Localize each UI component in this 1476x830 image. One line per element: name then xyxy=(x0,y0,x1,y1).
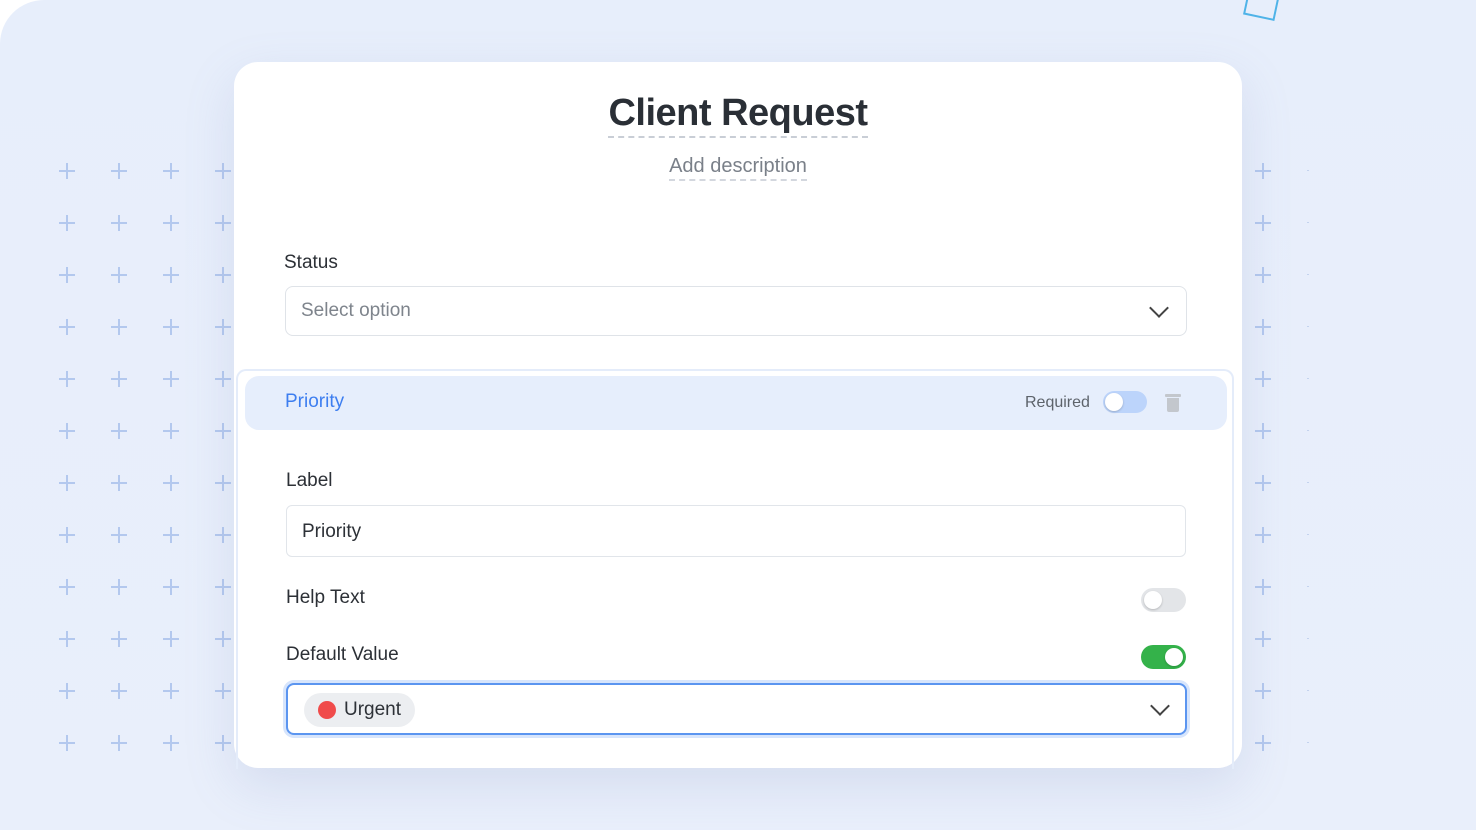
trash-icon[interactable] xyxy=(1165,394,1181,412)
plus-icon xyxy=(213,369,233,389)
decorative-dot xyxy=(1307,638,1309,639)
form-title[interactable]: Client Request xyxy=(0,92,1476,138)
required-toggle[interactable] xyxy=(1103,391,1147,413)
label-caption: Label xyxy=(286,470,333,491)
plus-icon xyxy=(57,213,77,233)
plus-icon xyxy=(57,681,77,701)
form-description-text[interactable]: Add description xyxy=(669,155,807,181)
urgent-color-dot xyxy=(318,701,336,719)
plus-icon xyxy=(213,525,233,545)
status-select[interactable]: Select option xyxy=(285,286,1187,336)
decorative-dot xyxy=(1307,326,1309,327)
plus-icon xyxy=(57,525,77,545)
status-label: Status xyxy=(284,252,338,273)
plus-icon xyxy=(1253,733,1273,753)
plus-icon xyxy=(109,681,129,701)
label-input-value: Priority xyxy=(302,521,362,542)
urgent-chip[interactable]: Urgent xyxy=(304,693,416,727)
label-input[interactable]: Priority xyxy=(286,505,1186,557)
decorative-dot xyxy=(1307,222,1309,223)
plus-icon xyxy=(213,733,233,753)
priority-field-header[interactable]: Priority Required xyxy=(245,376,1227,430)
help-text-caption: Help Text xyxy=(286,587,365,608)
default-value-toggle-knob xyxy=(1165,648,1183,666)
default-value-caption: Default Value xyxy=(286,644,399,665)
decorative-dot xyxy=(1307,690,1309,691)
plus-icon xyxy=(109,525,129,545)
plus-icon xyxy=(213,213,233,233)
plus-icon xyxy=(1253,629,1273,649)
plus-icon xyxy=(161,213,181,233)
default-value-select[interactable]: Urgent xyxy=(286,683,1187,735)
plus-icon xyxy=(57,265,77,285)
plus-icon xyxy=(161,733,181,753)
priority-field-title: Priority xyxy=(285,391,345,412)
plus-icon xyxy=(213,421,233,441)
help-text-toggle[interactable] xyxy=(1141,588,1186,612)
urgent-chip-label: Urgent xyxy=(344,699,402,720)
plus-icon xyxy=(213,317,233,337)
plus-icon xyxy=(161,317,181,337)
plus-icon xyxy=(109,473,129,493)
plus-icon xyxy=(161,265,181,285)
plus-icon xyxy=(213,629,233,649)
decorative-dot xyxy=(1307,742,1309,743)
decorative-dot xyxy=(1307,274,1309,275)
help-text-toggle-knob xyxy=(1144,591,1162,609)
plus-icon xyxy=(1253,473,1273,493)
plus-icon xyxy=(161,369,181,389)
plus-icon xyxy=(109,317,129,337)
required-toggle-knob xyxy=(1105,393,1123,411)
plus-icon xyxy=(1253,681,1273,701)
plus-icon xyxy=(1253,525,1273,545)
decorative-dot xyxy=(1307,482,1309,483)
plus-icon xyxy=(1253,317,1273,337)
plus-icon xyxy=(109,629,129,649)
plus-icon xyxy=(109,733,129,753)
plus-icon xyxy=(109,265,129,285)
plus-icon xyxy=(213,265,233,285)
plus-icon xyxy=(109,213,129,233)
form-description[interactable]: Add description xyxy=(0,155,1476,181)
plus-icon xyxy=(57,629,77,649)
plus-icon xyxy=(57,317,77,337)
plus-icon xyxy=(57,421,77,441)
plus-icon xyxy=(109,421,129,441)
plus-icon xyxy=(161,473,181,493)
plus-icon xyxy=(161,681,181,701)
plus-icon xyxy=(1253,577,1273,597)
plus-icon xyxy=(57,577,77,597)
plus-icon xyxy=(1253,265,1273,285)
plus-icon xyxy=(109,577,129,597)
plus-icon xyxy=(57,369,77,389)
plus-icon xyxy=(57,733,77,753)
chevron-down-icon xyxy=(1149,298,1169,318)
plus-icon xyxy=(213,577,233,597)
plus-icon xyxy=(109,369,129,389)
chevron-down-icon xyxy=(1150,696,1170,716)
plus-icon xyxy=(57,473,77,493)
plus-icon xyxy=(161,525,181,545)
decorative-dot xyxy=(1307,430,1309,431)
decorative-dot xyxy=(1307,586,1309,587)
plus-icon xyxy=(1253,369,1273,389)
plus-icon xyxy=(1253,421,1273,441)
decorative-dot xyxy=(1307,378,1309,379)
required-label: Required xyxy=(1025,394,1090,411)
default-value-toggle[interactable] xyxy=(1141,645,1186,669)
plus-icon xyxy=(213,681,233,701)
plus-icon xyxy=(213,473,233,493)
plus-icon xyxy=(161,629,181,649)
status-select-placeholder: Select option xyxy=(301,300,411,321)
decorative-dot xyxy=(1307,534,1309,535)
plus-icon xyxy=(1253,213,1273,233)
plus-icon xyxy=(161,421,181,441)
plus-icon xyxy=(161,577,181,597)
form-title-text[interactable]: Client Request xyxy=(608,92,868,138)
